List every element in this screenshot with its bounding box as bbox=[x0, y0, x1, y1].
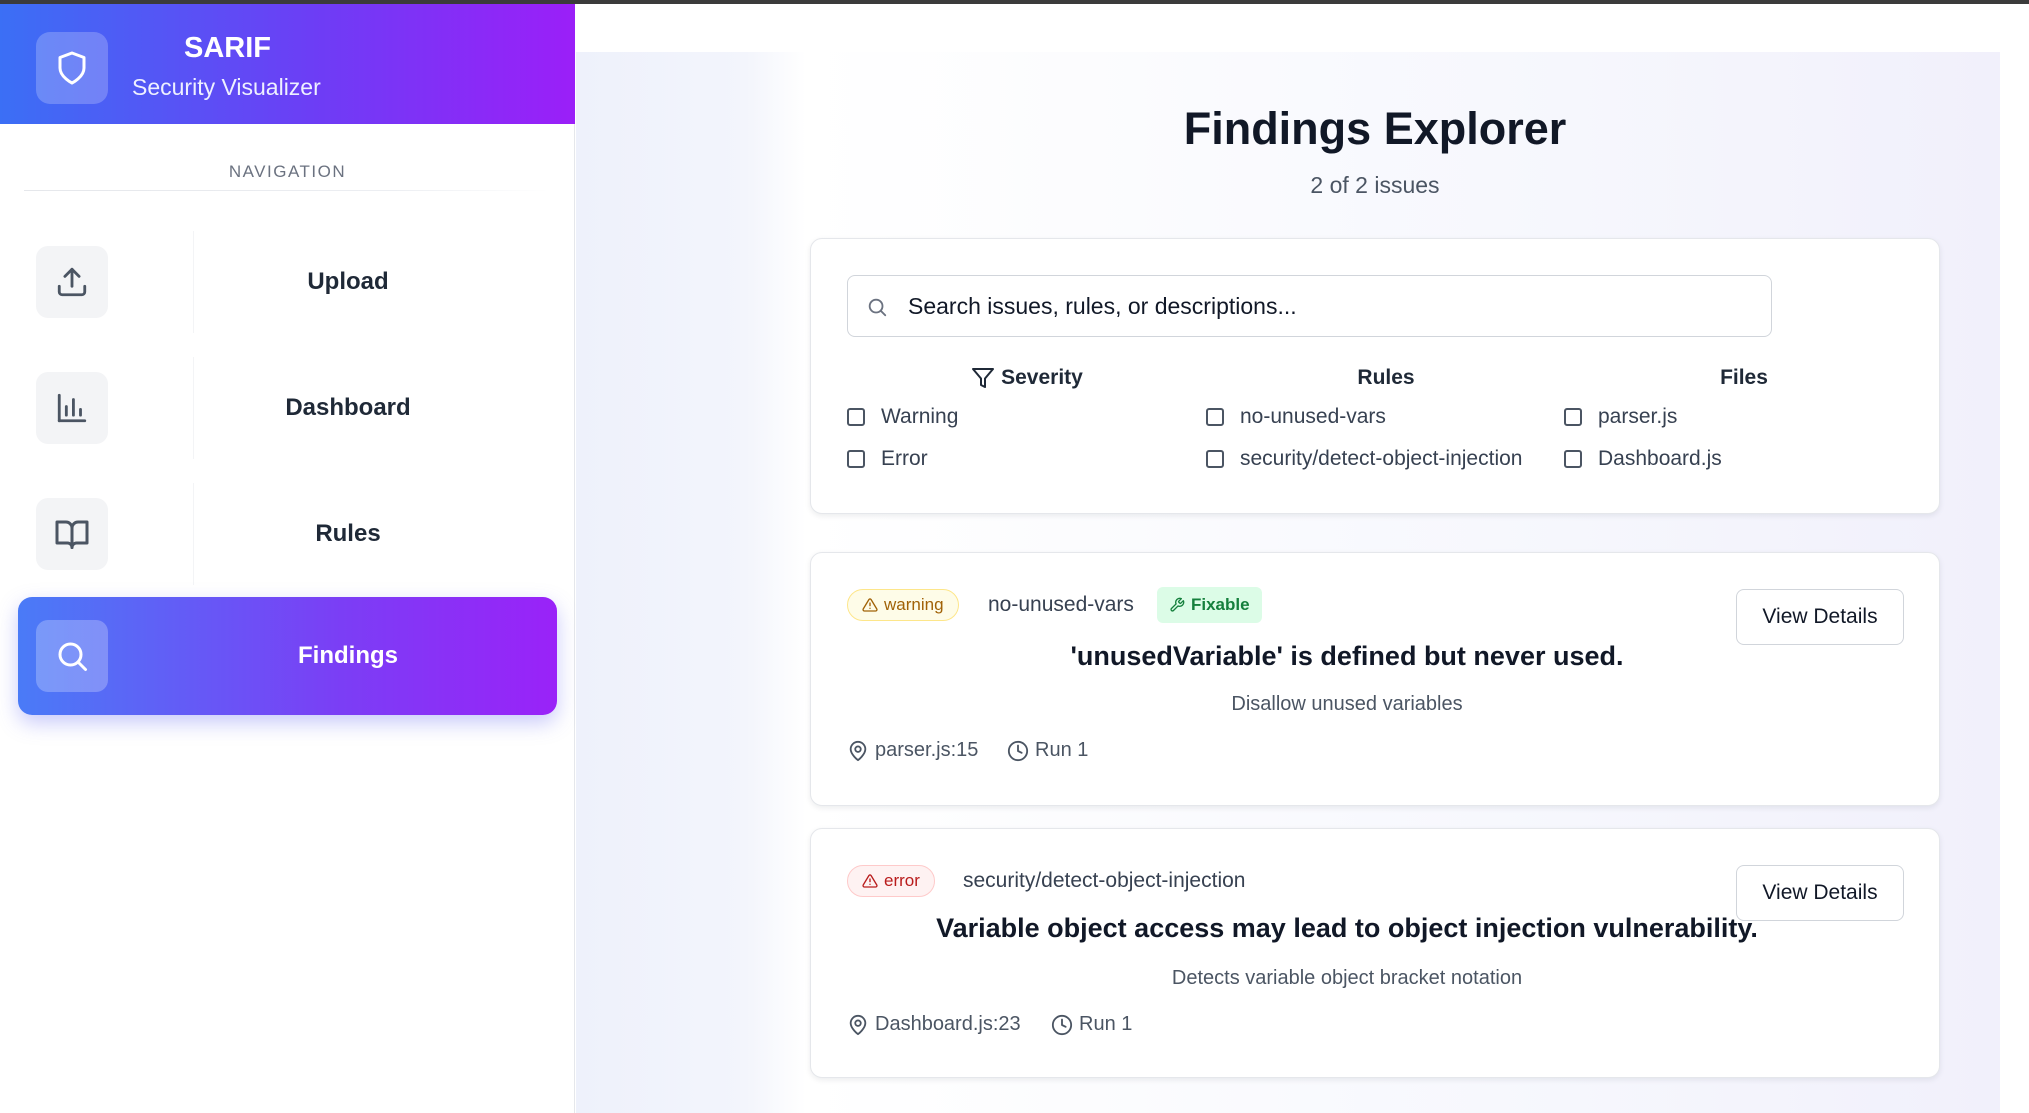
filter-option-parser-js[interactable]: parser.js bbox=[1564, 405, 1677, 429]
files-filter: Files parser.js Dashboard.js bbox=[1564, 363, 1924, 470]
warning-icon bbox=[862, 598, 878, 612]
filter-icon bbox=[972, 368, 995, 388]
brand-header: SARIF Security Visualizer bbox=[0, 4, 575, 124]
filter-option-warning[interactable]: Warning bbox=[847, 405, 958, 429]
sidebar: SARIF Security Visualizer NAVIGATION Upl… bbox=[0, 4, 575, 1113]
filter-panel: Severity Warning Error Rules no-unused-v… bbox=[810, 238, 1940, 514]
rules-filter-heading: Rules bbox=[1357, 366, 1415, 389]
sidebar-item-rules[interactable]: Rules bbox=[18, 475, 557, 593]
checkbox[interactable] bbox=[1564, 450, 1582, 468]
issue-location: parser.js:15 bbox=[847, 739, 978, 762]
issue-message: 'unusedVariable' is defined but never us… bbox=[1070, 641, 1624, 671]
issue-message: Variable object access may lead to objec… bbox=[936, 913, 1758, 943]
checkbox[interactable] bbox=[1206, 408, 1224, 426]
filter-option-label: no-unused-vars bbox=[1240, 405, 1386, 428]
sidebar-item-upload[interactable]: Upload bbox=[18, 223, 557, 341]
severity-badge: warning bbox=[847, 589, 959, 621]
filter-option-label: parser.js bbox=[1598, 405, 1678, 428]
run-text: Run 1 bbox=[1079, 1013, 1133, 1035]
checkbox[interactable] bbox=[1564, 408, 1582, 426]
fixable-text: Fixable bbox=[1191, 595, 1250, 614]
map-pin-icon bbox=[849, 740, 867, 761]
view-details-button[interactable]: View Details bbox=[1736, 589, 1904, 645]
sidebar-item-label: Upload bbox=[307, 268, 389, 295]
sidebar-item-label: Rules bbox=[315, 520, 381, 547]
map-pin-icon bbox=[849, 1014, 867, 1035]
alert-triangle-icon bbox=[862, 874, 878, 888]
checkbox[interactable] bbox=[847, 408, 865, 426]
filter-option-label: Warning bbox=[881, 405, 959, 428]
rules-filter: Rules no-unused-vars security/detect-obj… bbox=[1206, 363, 1566, 470]
page-title: Findings Explorer bbox=[1183, 103, 1567, 154]
brand-subtitle: Security Visualizer bbox=[132, 74, 321, 100]
sidebar-item-label: Dashboard bbox=[285, 394, 411, 421]
issue-location: Dashboard.js:23 bbox=[847, 1013, 1021, 1036]
issue-count: 2 of 2 issues bbox=[1310, 172, 1440, 198]
issue-run: Run 1 bbox=[1007, 739, 1088, 762]
filter-option-label: Error bbox=[881, 447, 928, 470]
search-box bbox=[847, 275, 1772, 337]
search-icon bbox=[868, 298, 887, 317]
checkbox[interactable] bbox=[847, 450, 865, 468]
filter-option-dashboard-js[interactable]: Dashboard.js bbox=[1564, 447, 1722, 471]
wrench-icon bbox=[1170, 597, 1185, 612]
severity-filter-heading: Severity bbox=[847, 363, 1207, 393]
severity-label: Severity bbox=[1001, 366, 1083, 389]
issue-description: Disallow unused variables bbox=[1231, 693, 1463, 715]
severity-text: warning bbox=[884, 595, 944, 614]
checkbox[interactable] bbox=[1206, 450, 1224, 468]
book-icon bbox=[36, 498, 108, 570]
upload-icon bbox=[36, 246, 108, 318]
filter-option-detect-object-injection[interactable]: security/detect-object-injection bbox=[1206, 447, 1522, 471]
fixable-badge: Fixable bbox=[1157, 587, 1262, 623]
sidebar-item-label: Findings bbox=[298, 642, 398, 669]
issue-card: error security/detect-object-injection V… bbox=[810, 828, 1940, 1078]
search-icon bbox=[36, 620, 108, 692]
sidebar-item-findings[interactable]: Findings bbox=[18, 597, 557, 715]
filter-option-no-unused-vars[interactable]: no-unused-vars bbox=[1206, 405, 1386, 429]
location-text: Dashboard.js:23 bbox=[875, 1013, 1021, 1035]
severity-text: error bbox=[884, 871, 920, 890]
sidebar-item-dashboard[interactable]: Dashboard bbox=[18, 349, 557, 467]
bar-chart-icon bbox=[36, 372, 108, 444]
brand-title: SARIF bbox=[184, 32, 271, 64]
shield-icon bbox=[36, 32, 108, 104]
clock-icon bbox=[1007, 740, 1029, 761]
nav-divider bbox=[24, 190, 549, 191]
rule-id: no-unused-vars bbox=[988, 593, 1134, 616]
filter-option-label: Dashboard.js bbox=[1598, 447, 1722, 470]
issue-description: Detects variable object bracket notation bbox=[1171, 967, 1523, 989]
run-text: Run 1 bbox=[1035, 739, 1089, 761]
clock-icon bbox=[1051, 1014, 1073, 1035]
nav-heading: NAVIGATION bbox=[228, 162, 347, 181]
search-input[interactable] bbox=[908, 276, 1758, 336]
rule-id: security/detect-object-injection bbox=[963, 869, 1246, 892]
issue-card: warning no-unused-vars Fixable View Deta… bbox=[810, 552, 1940, 806]
files-filter-heading: Files bbox=[1720, 366, 1768, 389]
filter-option-label: security/detect-object-injection bbox=[1240, 447, 1523, 470]
filter-option-error[interactable]: Error bbox=[847, 447, 928, 471]
severity-filter: Severity Warning Error bbox=[847, 363, 1207, 470]
location-text: parser.js:15 bbox=[875, 739, 979, 761]
severity-badge: error bbox=[847, 865, 935, 897]
issue-run: Run 1 bbox=[1051, 1013, 1132, 1036]
